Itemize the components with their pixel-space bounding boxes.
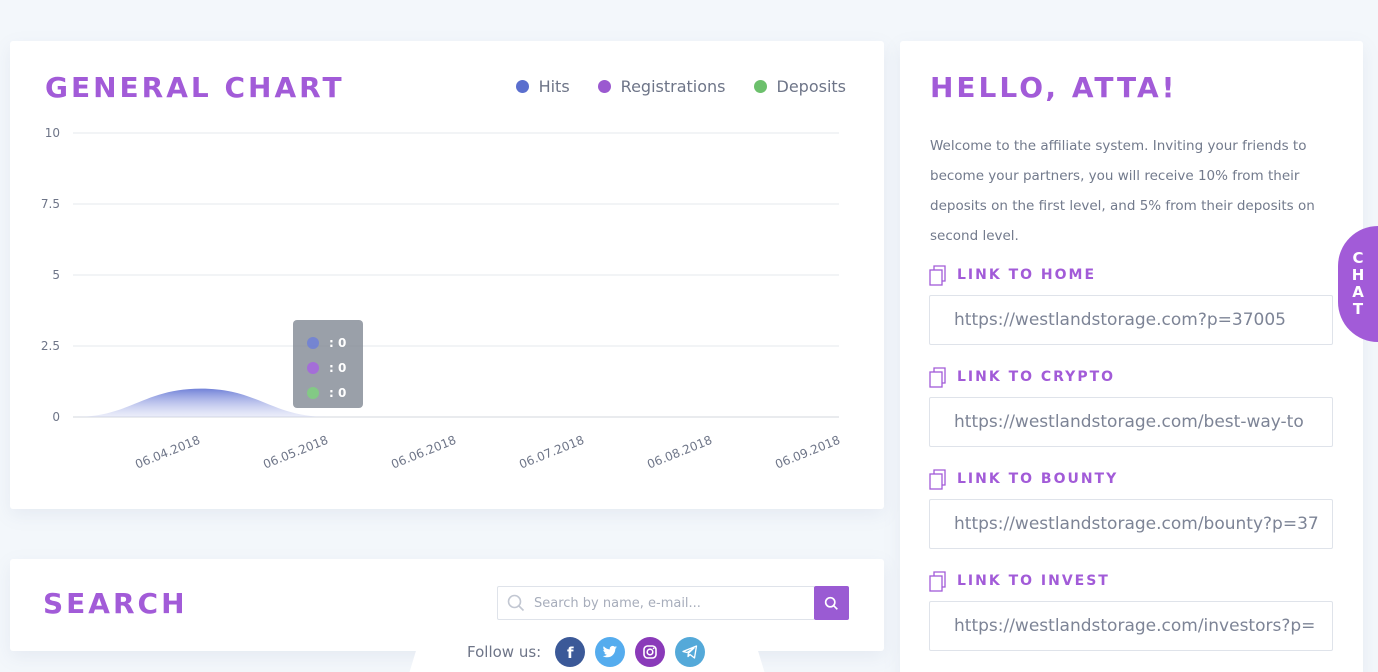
link-label-text: LINK TO INVEST (957, 573, 1110, 589)
welcome-text: Welcome to the affiliate system. Invitin… (930, 138, 1315, 244)
facebook-icon[interactable]: f (555, 637, 586, 667)
telegram-icon[interactable] (675, 637, 706, 667)
tooltip-dot-icon (307, 336, 319, 349)
link-bounty-label: LINK TO BOUNTY (929, 467, 1333, 491)
search-title: SEARCH (43, 587, 188, 620)
copy-icon[interactable] (929, 570, 947, 592)
x-tick-label: 06.08.2018 (645, 433, 714, 472)
copy-icon[interactable] (929, 264, 947, 286)
chat-letter: T (1352, 300, 1364, 318)
link-crypto-block: LINK TO CRYPTO (929, 365, 1333, 447)
x-tick-label: 06.09.2018 (773, 433, 842, 472)
x-tick-label: 06.04.2018 (133, 433, 202, 472)
tooltip-row-registrations: : 0 (307, 355, 363, 380)
link-invest-label: LINK TO INVEST (929, 569, 1333, 593)
link-invest-block: LINK TO INVEST (929, 569, 1333, 651)
link-crypto-label: LINK TO CRYPTO (929, 365, 1333, 389)
x-tick-label: 06.05.2018 (261, 433, 330, 472)
search-box (497, 586, 815, 620)
follow-label: Follow us: (467, 643, 542, 661)
tooltip-value: : 0 (329, 360, 347, 375)
link-home-input[interactable] (929, 295, 1333, 345)
instagram-icon[interactable] (635, 637, 666, 667)
copy-icon[interactable] (929, 366, 947, 388)
copy-icon[interactable] (929, 468, 947, 490)
twitter-icon[interactable] (595, 637, 626, 667)
x-tick-label: 06.06.2018 (389, 433, 458, 472)
chart-tooltip: : 0 : 0 : 0 (293, 320, 363, 408)
series-area-hits (75, 388, 329, 417)
link-invest-input[interactable] (929, 601, 1333, 651)
chat-tab-button[interactable]: C H A T (1338, 226, 1378, 342)
search-icon (824, 596, 838, 610)
x-tick-label: 06.07.2018 (517, 433, 586, 472)
tooltip-dot-icon (307, 386, 319, 399)
y-tick-label: 0 (52, 410, 60, 424)
tooltip-value: : 0 (329, 335, 347, 350)
link-bounty-block: LINK TO BOUNTY (929, 467, 1333, 549)
tooltip-row-deposits: : 0 (307, 380, 363, 405)
y-tick-label: 10 (45, 126, 60, 140)
link-home-block: LINK TO HOME (929, 263, 1333, 345)
greeting-title: HELLO, ATTA! (930, 71, 1178, 104)
search-button[interactable] (814, 586, 849, 620)
link-label-text: LINK TO HOME (957, 267, 1097, 283)
search-icon (498, 594, 534, 612)
search-input[interactable] (534, 595, 804, 611)
y-tick-label: 5 (52, 268, 60, 282)
chat-letter: A (1352, 283, 1364, 301)
chat-letter: C (1352, 249, 1364, 267)
link-label-text: LINK TO BOUNTY (957, 471, 1119, 487)
chat-letter: H (1351, 266, 1365, 284)
link-label-text: LINK TO CRYPTO (957, 369, 1116, 385)
link-bounty-input[interactable] (929, 499, 1333, 549)
tooltip-value: : 0 (329, 385, 347, 400)
y-tick-label: 7.5 (41, 197, 60, 211)
chart-plot: 10 7.5 5 2.5 0 06.04.2018 06.05.2018 06.06.2018… (41, 126, 842, 472)
link-home-label: LINK TO HOME (929, 263, 1333, 287)
general-chart-card: GENERAL CHART Hits Registrations Deposit… (10, 41, 884, 509)
link-crypto-input[interactable] (929, 397, 1333, 447)
tooltip-dot-icon (307, 361, 319, 374)
tooltip-row-hits: : 0 (307, 330, 363, 355)
follow-us-bar: Follow us: f (405, 627, 769, 672)
svg-text:f: f (567, 644, 574, 660)
y-tick-label: 2.5 (41, 339, 60, 353)
hello-card: HELLO, ATTA! Welcome to the affiliate sy… (900, 41, 1363, 672)
